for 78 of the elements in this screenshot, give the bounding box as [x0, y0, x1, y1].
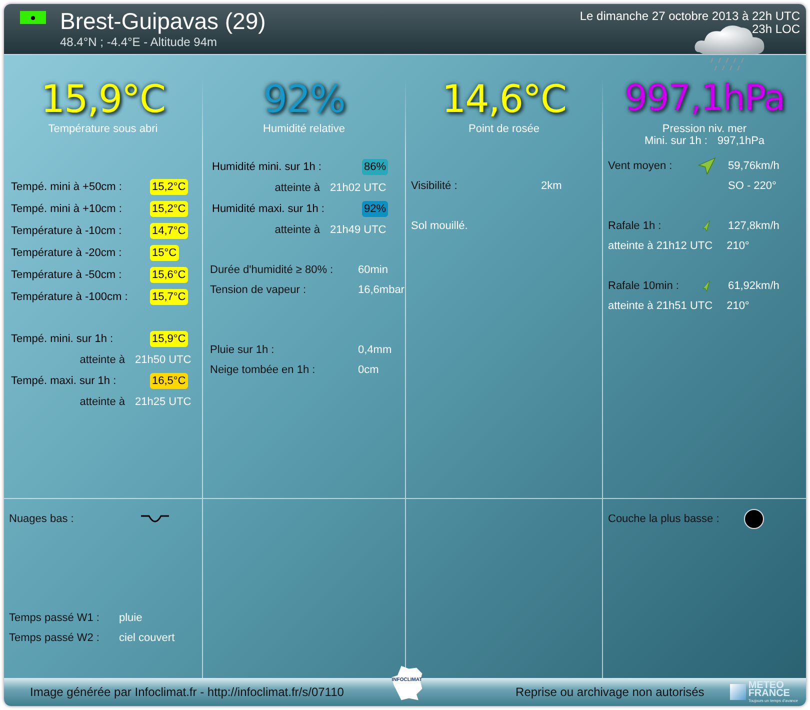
measure-label: Température à -100cm :	[11, 290, 129, 304]
measure-label: Tension de vapeur :	[210, 284, 308, 296]
wind-label: Vent moyen :	[608, 160, 674, 172]
station-title: Brest-Guipavas (29)	[60, 7, 266, 35]
measure-label: Température à -20cm :	[11, 246, 123, 260]
time-label: atteinte à	[78, 396, 125, 408]
station-coordinates: 48.4°N ; -4.4°E - Altitude 94m	[60, 35, 218, 49]
measure-value: 15,2°C	[150, 179, 188, 195]
cloud-label: Nuages bas :	[9, 513, 74, 525]
time-value: 21h49 UTC	[330, 224, 386, 236]
hero-label: Pression niv. mer	[662, 123, 747, 135]
measure-label: Temps passé W1 :	[9, 612, 100, 624]
hero-value: 92%	[263, 77, 345, 121]
measure-value: 15°C	[150, 245, 179, 261]
measure-value: 60min	[358, 264, 388, 276]
measure-value: 210°	[726, 240, 750, 252]
measure-label: Durée d'humidité ≥ 80% :	[210, 264, 334, 276]
measure-label: Pluie sur 1h :	[210, 344, 276, 356]
time-label: atteinte à	[78, 354, 125, 366]
measure-label: Humidité mini. sur 1h :	[212, 160, 322, 174]
measure-value: 15,7°C	[150, 289, 188, 305]
time-label: atteinte à	[274, 182, 320, 194]
measure-value: 0,4mm	[358, 344, 392, 356]
measure-value: 15,6°C	[150, 267, 188, 283]
measure-value: 16,6mbar	[358, 284, 404, 296]
measure-value: pluie	[119, 612, 142, 624]
measure-label: Temps passé W2 :	[9, 632, 100, 644]
measure-label: Tempé. mini à +50cm :	[11, 180, 123, 194]
measure-label: Tempé. maxi. sur 1h :	[11, 374, 118, 388]
wind-speed: 59,76km/h	[728, 160, 780, 172]
wind-label: Rafale 1h :	[608, 220, 662, 232]
wind-arrow-icon	[698, 157, 716, 175]
time-label: atteinte à	[274, 224, 320, 236]
wind-arrow-icon	[700, 219, 712, 233]
cloud-cover-icon	[744, 509, 764, 529]
measure-value: 2km	[541, 180, 562, 192]
measure-value: 16,5°C	[150, 373, 188, 389]
measure-label: Tempé. mini. sur 1h :	[11, 332, 114, 346]
minimum-label: Mini. sur 1h :	[644, 135, 708, 147]
measure-label: Neige tombée en 1h :	[210, 364, 316, 376]
measure-value: 210°	[726, 300, 750, 312]
local-time: 23h LOC	[750, 23, 800, 36]
hero-label: Humidité relative	[263, 123, 345, 135]
hero-label: Point de rosée	[468, 123, 540, 135]
measure-value: 15,2°C	[150, 201, 188, 217]
time-value: 21h25 UTC	[135, 396, 192, 408]
minimum-value: 997,1hPa	[717, 135, 765, 147]
measure-value: ciel couvert	[119, 632, 175, 644]
hero-label: Température sous abri	[48, 123, 158, 135]
measure-label: Température à -50cm :	[11, 268, 123, 282]
measure-label: Visibilité :	[411, 180, 458, 192]
condition-text: Sol mouillé.	[411, 220, 468, 232]
footer-notice: Reprise ou archivage non autorisés	[516, 685, 704, 699]
measure-value: 0cm	[358, 364, 379, 376]
measure-label: atteinte à 21h12 UTC	[608, 240, 713, 252]
observation-date: Le dimanche 27 octobre 2013 à 22h UTC	[580, 10, 800, 23]
measure-label: Tempé. mini à +10cm :	[11, 202, 123, 216]
wind-direction: SO - 220°	[728, 180, 776, 192]
measure-value: 15,9°C	[150, 331, 188, 347]
measure-value: 86%	[362, 159, 388, 175]
time-value: 21h50 UTC	[135, 354, 192, 366]
hero-value: 14,6°C	[442, 77, 566, 121]
measure-value: 92%	[362, 201, 388, 217]
hero-value: 15,9°C	[40, 77, 166, 121]
low-cloud-symbol-icon	[140, 513, 170, 525]
flag-icon	[20, 11, 46, 24]
measure-label: atteinte à 21h51 UTC	[608, 300, 713, 312]
wind-label: Rafale 10min :	[608, 280, 680, 292]
measure-label: Humidité maxi. sur 1h :	[212, 202, 326, 216]
measure-label: Température à -10cm :	[11, 224, 123, 238]
time-value: 21h02 UTC	[330, 182, 386, 194]
footer-credit: Image générée par Infoclimat.fr - http://infoclimat.fr/s/07110	[30, 685, 344, 699]
hero-value: 997,1hPa	[624, 77, 785, 121]
measure-value: 14,7°C	[150, 223, 188, 239]
wind-arrow-icon	[700, 279, 712, 293]
wind-speed: 127,8km/h	[728, 220, 780, 232]
cloud-layer-label: Couche la plus basse :	[608, 513, 720, 525]
wind-speed: 61,92km/h	[728, 280, 780, 292]
